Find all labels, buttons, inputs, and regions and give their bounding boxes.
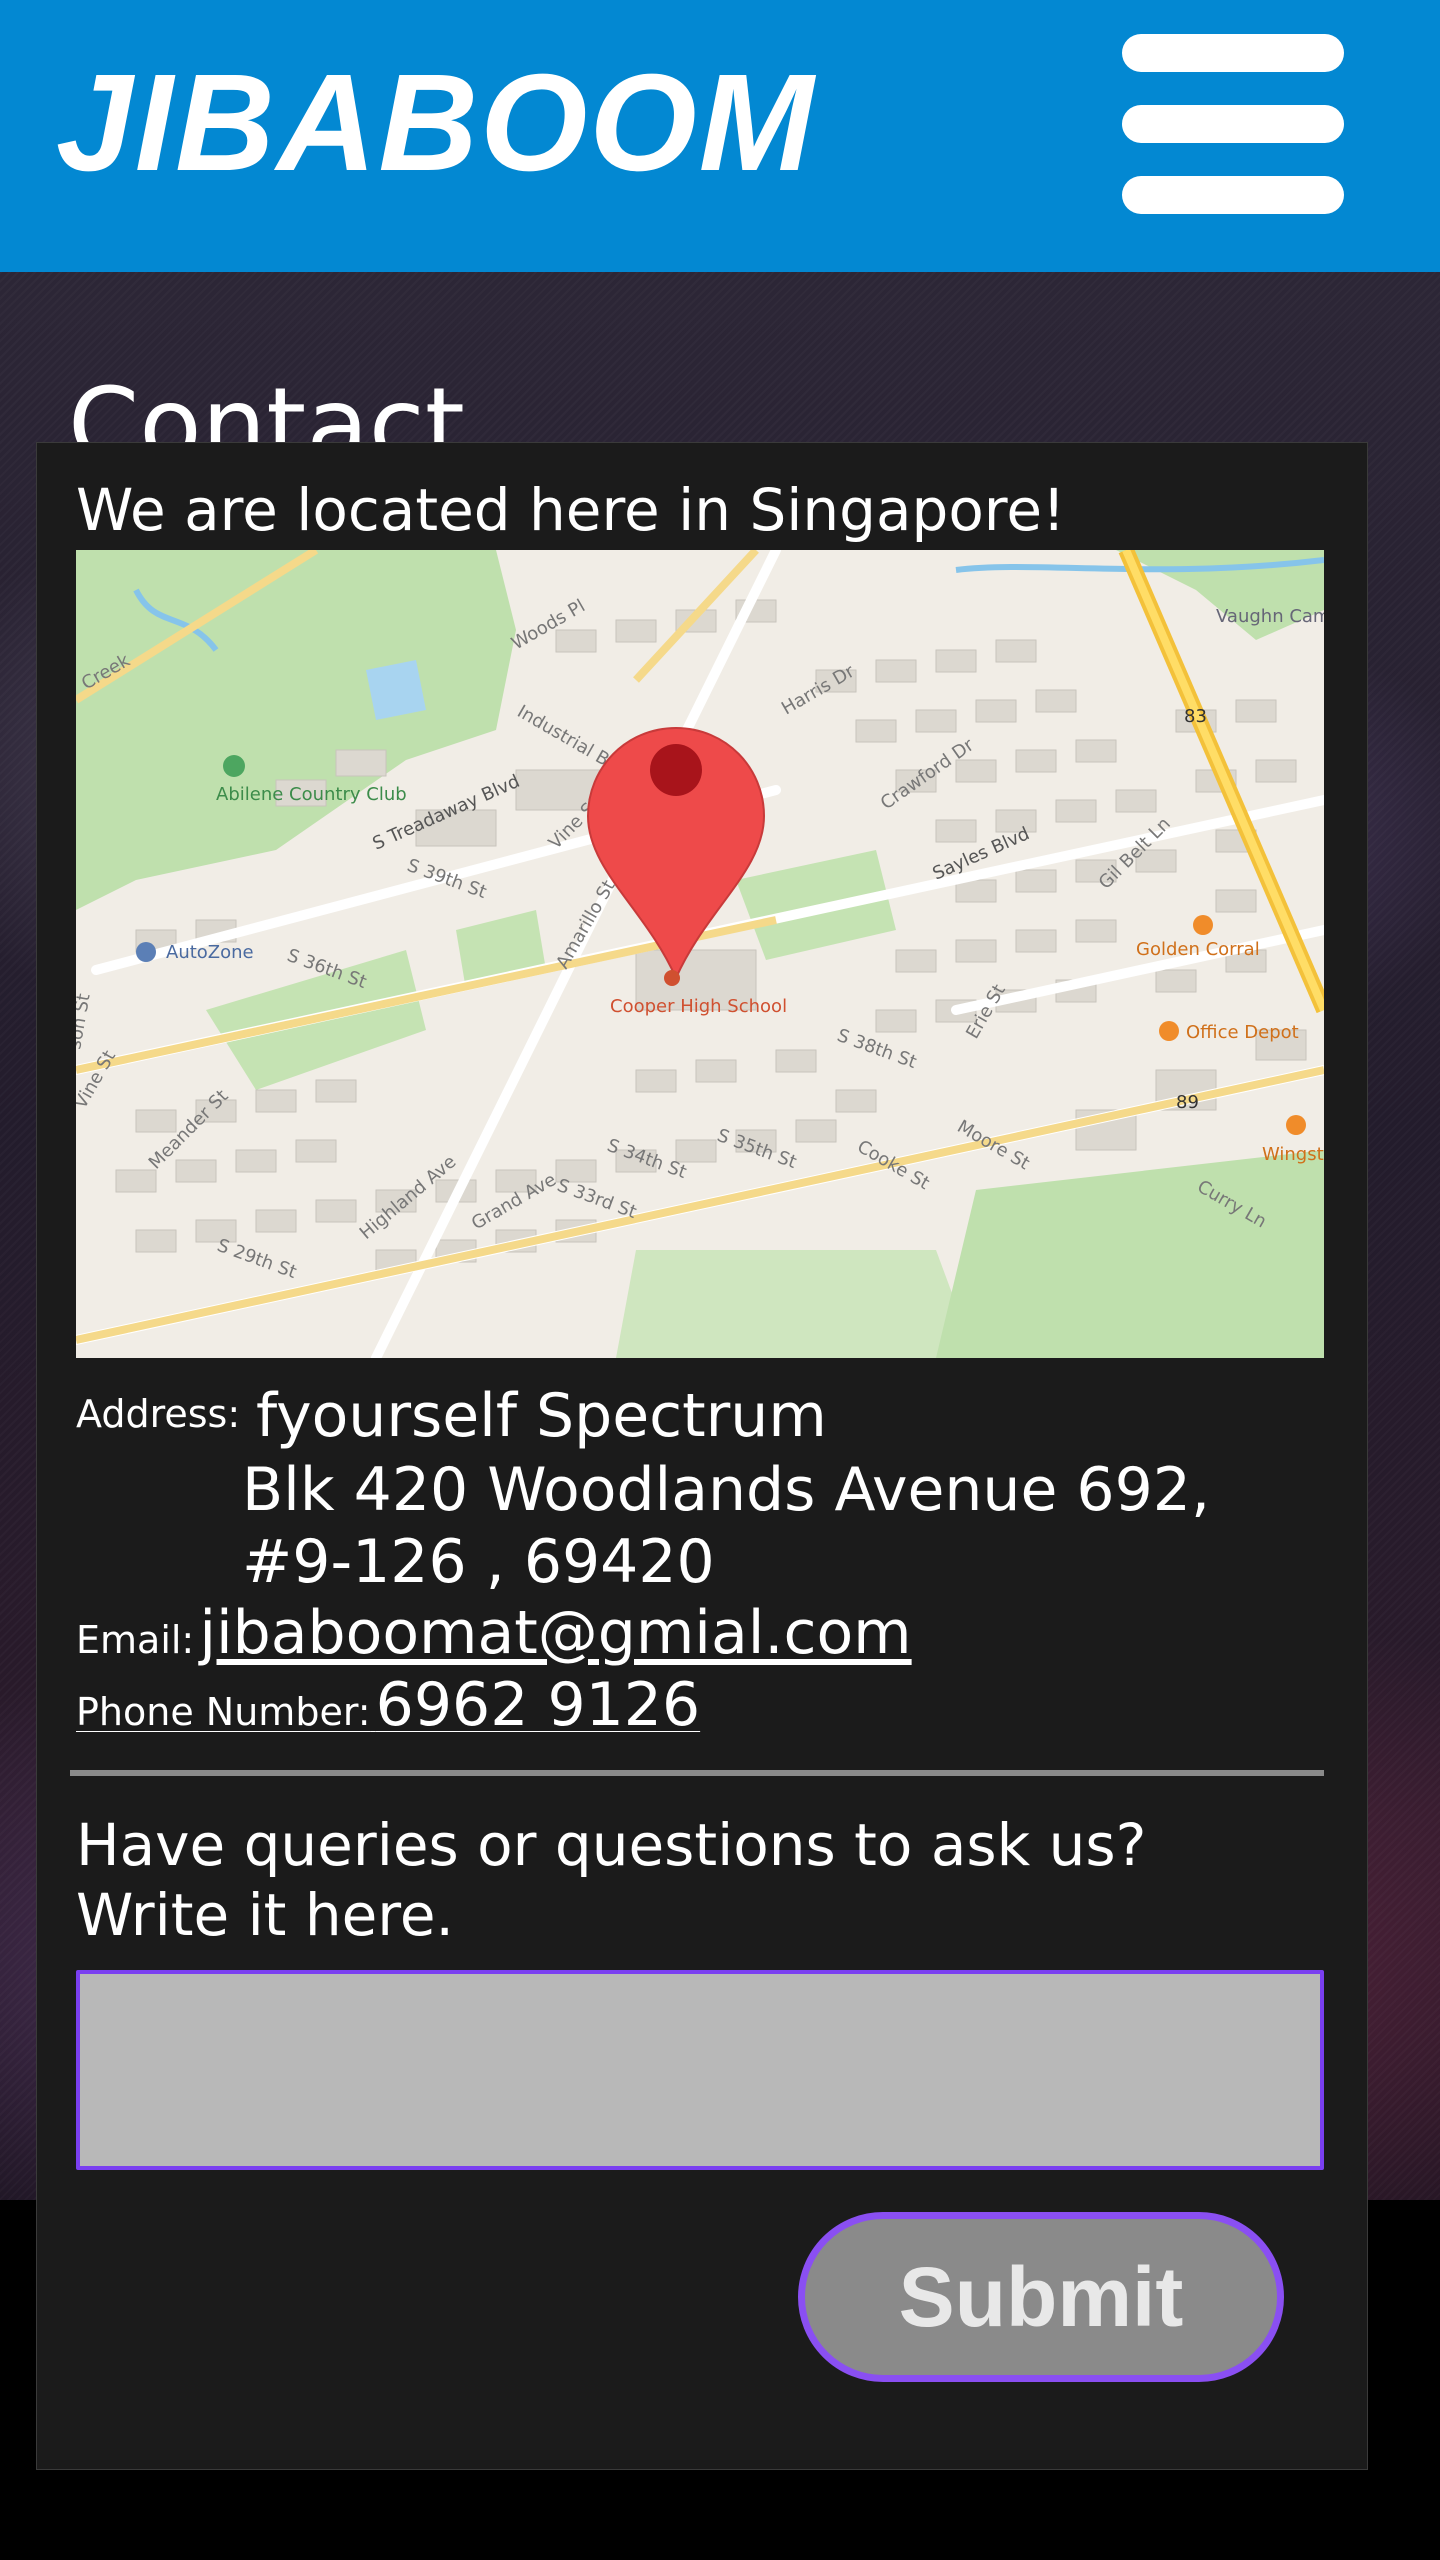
map-label-autozone: AutoZone [166, 942, 254, 963]
address-line-3: #9-126 , 69420 [242, 1527, 715, 1597]
location-heading: We are located here in Singapore! [76, 476, 1066, 544]
address-line-2: Blk 420 Woodlands Avenue 692, [242, 1455, 1211, 1525]
address-label: Address: [76, 1392, 241, 1436]
menu-bar [1122, 105, 1344, 143]
map-label-country-club: Abilene Country Club [216, 784, 407, 805]
map-label-hwy83: 83 [1184, 706, 1207, 727]
query-textarea[interactable] [76, 1970, 1324, 2170]
address-line-1: fyourself Spectrum [256, 1381, 827, 1451]
email-link[interactable]: jibaboomat@gmial.com [199, 1598, 911, 1668]
map-label-wingstop: Wingsto [1262, 1144, 1324, 1165]
submit-button[interactable]: Submit [798, 2212, 1284, 2382]
section-divider [70, 1770, 1324, 1776]
map-label-vaughn: Vaughn Camp [1216, 606, 1324, 627]
menu-bar [1122, 34, 1344, 72]
email-label: Email: [76, 1618, 195, 1662]
map-label-hwy89: 89 [1176, 1092, 1199, 1113]
phone-row[interactable]: Phone Number: 6962 9126 [76, 1670, 700, 1740]
email-row: Email: jibaboomat@gmial.com [76, 1598, 912, 1668]
map-label-school: Cooper High School [610, 996, 787, 1017]
map-label-golden-corral: Golden Corral [1136, 939, 1260, 960]
phone-label: Phone Number: [76, 1690, 371, 1734]
map-label-office-depot: Office Depot [1186, 1022, 1299, 1043]
site-header: JIBABOOM [0, 0, 1440, 272]
location-map[interactable]: Abilene Country Club AutoZone Cooper Hig… [76, 550, 1324, 1358]
phone-number: 6962 9126 [375, 1670, 701, 1740]
menu-bar [1122, 176, 1344, 214]
brand-logo[interactable]: JIBABOOM [56, 48, 816, 198]
query-prompt: Have queries or questions to ask us? Wri… [76, 1811, 1147, 1949]
hamburger-menu-icon[interactable] [1122, 34, 1344, 214]
